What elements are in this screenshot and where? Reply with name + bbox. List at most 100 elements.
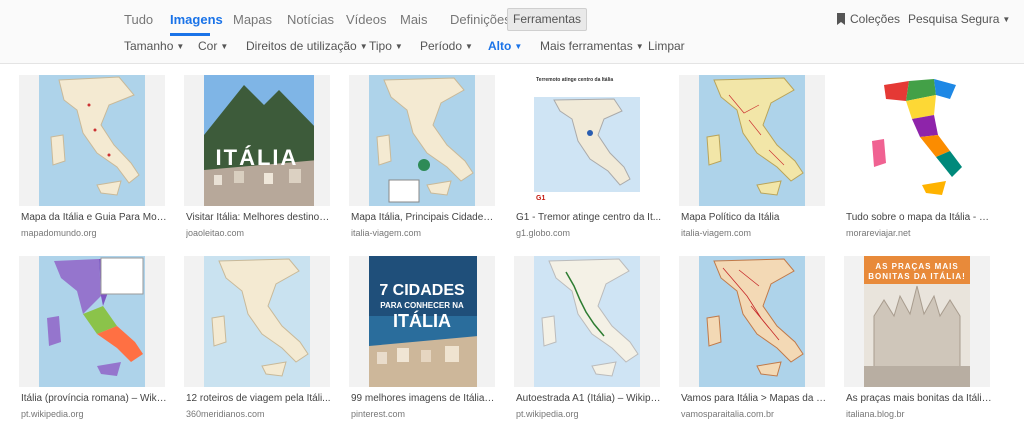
thumbnail[interactable]: ITÁLIA bbox=[184, 75, 330, 206]
thumbnail[interactable]: Terremoto atinge centro da Itália G1 bbox=[514, 75, 660, 206]
tab-videos[interactable]: Vídeos bbox=[346, 12, 386, 27]
filter-size[interactable]: Tamanho ▼ bbox=[124, 39, 184, 53]
result-card[interactable]: Terremoto atinge centro da Itália G1 G1 … bbox=[514, 75, 664, 245]
result-card[interactable]: Mapa Político da Itália italia-viagem.co… bbox=[679, 75, 829, 245]
thumbnail-title: Terremoto atinge centro da Itália bbox=[536, 77, 614, 83]
result-title[interactable]: Mapa da Itália e Guia Para Mon... bbox=[21, 212, 167, 223]
result-card[interactable]: Mapa Itália, Principais Cidades ... ital… bbox=[349, 75, 499, 245]
filter-clear[interactable]: Limpar bbox=[648, 39, 685, 53]
thumbnail-subtitle: PARA CONHECER NA bbox=[380, 301, 464, 310]
result-domain[interactable]: italia-viagem.com bbox=[351, 228, 497, 238]
filter-color[interactable]: Cor ▼ bbox=[198, 39, 228, 53]
tab-maps[interactable]: Mapas bbox=[233, 12, 272, 27]
result-title[interactable]: Autoestrada A1 (Itália) – Wikipé... bbox=[516, 393, 662, 404]
g1-logo: G1 bbox=[536, 195, 546, 202]
result-title[interactable]: 12 roteiros de viagem pela Itáli... bbox=[186, 393, 332, 404]
thumbnail[interactable] bbox=[844, 75, 990, 206]
thumbnail[interactable] bbox=[19, 256, 165, 387]
result-card[interactable]: 12 roteiros de viagem pela Itáli... 360m… bbox=[184, 256, 334, 426]
result-domain[interactable]: 360meridianos.com bbox=[186, 409, 332, 419]
filter-usage-rights-label: Direitos de utilização bbox=[246, 39, 357, 53]
result-title[interactable]: Itália (província romana) – Wiki... bbox=[21, 393, 167, 404]
result-domain[interactable]: pt.wikipedia.org bbox=[516, 409, 662, 419]
tab-more[interactable]: Mais bbox=[400, 12, 427, 27]
filter-more-tools-label: Mais ferramentas bbox=[540, 39, 633, 53]
thumbnail[interactable] bbox=[514, 256, 660, 387]
tab-settings[interactable]: Definições bbox=[450, 12, 511, 27]
thumbnail[interactable]: AS PRAÇAS MAIS BONITAS DA ITÁLIA! bbox=[844, 256, 990, 387]
result-domain[interactable]: mapadomundo.org bbox=[21, 228, 167, 238]
result-card[interactable]: Autoestrada A1 (Itália) – Wikipé... pt.w… bbox=[514, 256, 664, 426]
result-title[interactable]: Tudo sobre o mapa da Itália - M... bbox=[846, 212, 992, 223]
result-domain[interactable]: italiana.blog.br bbox=[846, 409, 992, 419]
thumbnail-title: AS PRAÇAS MAIS bbox=[875, 262, 959, 271]
result-card[interactable]: Mapa da Itália e Guia Para Mon... mapado… bbox=[19, 75, 169, 245]
italy-regions-map-image bbox=[864, 75, 970, 206]
filter-color-label: Cor bbox=[198, 39, 218, 53]
thumbnail-subtitle: BONITAS DA ITÁLIA! bbox=[868, 272, 966, 281]
tab-all[interactable]: Tudo bbox=[124, 12, 153, 27]
italy-road-map-image bbox=[699, 256, 805, 387]
thumbnail-title: 7 CIDADES bbox=[379, 282, 465, 299]
thumbnail[interactable]: 7 CIDADES PARA CONHECER NA ITÁLIA bbox=[349, 256, 495, 387]
safesearch-dropdown[interactable]: Pesquisa Segura ▼ bbox=[908, 12, 1010, 26]
filter-high-label: Alto bbox=[488, 39, 512, 53]
result-domain[interactable]: morareviajar.net bbox=[846, 228, 992, 238]
thumbnail-title-italy: ITÁLIA bbox=[393, 311, 451, 331]
safesearch-label: Pesquisa Segura bbox=[908, 12, 1000, 26]
roman-provinces-map-image bbox=[39, 256, 145, 387]
caret-down-icon: ▼ bbox=[220, 42, 229, 51]
collections-link[interactable]: Coleções bbox=[836, 12, 900, 26]
result-title[interactable]: G1 - Tremor atinge centro da It... bbox=[516, 212, 662, 223]
highway-map-image bbox=[534, 256, 640, 387]
caret-down-icon: ▼ bbox=[514, 42, 523, 51]
result-title[interactable]: Mapa Político da Itália bbox=[681, 212, 827, 223]
filter-usage-rights[interactable]: Direitos de utilização ▼ bbox=[246, 39, 368, 53]
result-card[interactable]: ITÁLIA Visitar Itália: Melhores destinos… bbox=[184, 75, 334, 245]
bookmark-icon bbox=[837, 13, 845, 25]
tab-news[interactable]: Notícias bbox=[287, 12, 334, 27]
active-tab-indicator bbox=[170, 33, 210, 36]
italy-map-image bbox=[534, 75, 640, 206]
thumbnail-title: ITÁLIA bbox=[215, 145, 299, 170]
thumbnail[interactable] bbox=[349, 75, 495, 206]
filter-period[interactable]: Período ▼ bbox=[420, 39, 473, 53]
italy-map-image bbox=[39, 75, 145, 206]
result-card[interactable]: Vamos para Itália > Mapas da It... vamos… bbox=[679, 256, 829, 426]
italy-political-map-image bbox=[699, 75, 805, 206]
result-card[interactable]: 7 CIDADES PARA CONHECER NA ITÁLIA 99 mel… bbox=[349, 256, 499, 426]
filter-high[interactable]: Alto ▼ bbox=[488, 39, 522, 53]
result-title[interactable]: Vamos para Itália > Mapas da It... bbox=[681, 393, 827, 404]
result-title[interactable]: Visitar Itália: Melhores destinos... bbox=[186, 212, 332, 223]
filter-period-label: Período bbox=[420, 39, 463, 53]
italy-map-image bbox=[204, 256, 310, 387]
result-card[interactable]: Itália (província romana) – Wiki... pt.w… bbox=[19, 256, 169, 426]
thumbnail[interactable] bbox=[19, 75, 165, 206]
result-domain[interactable]: pt.wikipedia.org bbox=[21, 409, 167, 419]
caret-down-icon: ▼ bbox=[394, 42, 403, 51]
caret-down-icon: ▼ bbox=[359, 42, 368, 51]
filter-more-tools[interactable]: Mais ferramentas ▼ bbox=[540, 39, 644, 53]
collections-label: Coleções bbox=[850, 12, 901, 26]
tools-button[interactable]: Ferramentas bbox=[507, 8, 587, 31]
filter-size-label: Tamanho bbox=[124, 39, 174, 53]
result-domain[interactable]: joaoleitao.com bbox=[186, 228, 332, 238]
result-title[interactable]: As praças mais bonitas da Itália ... bbox=[846, 393, 992, 404]
thumbnail[interactable] bbox=[184, 256, 330, 387]
caret-down-icon: ▼ bbox=[465, 42, 473, 51]
result-card[interactable]: Tudo sobre o mapa da Itália - M... morar… bbox=[844, 75, 994, 245]
caret-down-icon: ▼ bbox=[176, 42, 185, 51]
caret-down-icon: ▼ bbox=[1002, 15, 1011, 24]
result-title[interactable]: 99 melhores imagens de Itália |... bbox=[351, 393, 497, 404]
tab-images[interactable]: Imagens bbox=[170, 12, 223, 27]
top-toolbar: Tudo Imagens Mapas Notícias Vídeos Mais … bbox=[0, 0, 1024, 64]
result-card[interactable]: AS PRAÇAS MAIS BONITAS DA ITÁLIA! As pra… bbox=[844, 256, 994, 426]
thumbnail[interactable] bbox=[679, 256, 825, 387]
result-domain[interactable]: g1.globo.com bbox=[516, 228, 662, 238]
result-domain[interactable]: italia-viagem.com bbox=[681, 228, 827, 238]
result-domain[interactable]: pinterest.com bbox=[351, 409, 497, 419]
thumbnail[interactable] bbox=[679, 75, 825, 206]
result-domain[interactable]: vamosparaitalia.com.br bbox=[681, 409, 827, 419]
result-title[interactable]: Mapa Itália, Principais Cidades ... bbox=[351, 212, 497, 223]
filter-type[interactable]: Tipo ▼ bbox=[369, 39, 403, 53]
